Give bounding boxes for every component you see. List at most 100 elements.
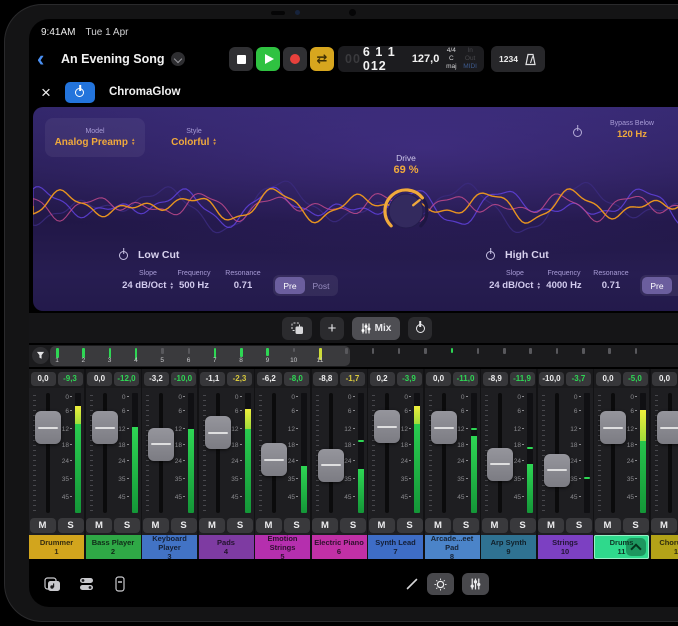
peak-value[interactable]: -12,0 [114,372,139,386]
peak-value[interactable]: -3,7 [566,372,591,386]
stop-button[interactable] [229,47,253,71]
back-button[interactable]: ‹ [37,47,44,71]
fader-handle[interactable] [148,428,174,461]
high-cut-post-button[interactable]: Post [673,277,678,294]
peak-value[interactable]: -5,0 [623,372,648,386]
high-cut-slope[interactable]: Slope 24 dB/Oct▲▼ [489,270,541,291]
mute-button[interactable]: M [482,518,508,533]
bypass-control[interactable]: Bypass Below 120 Hz [593,120,671,140]
mute-button[interactable]: M [369,518,395,533]
channel-label[interactable]: Emotion Strings5 [255,535,310,559]
fader-handle[interactable] [205,416,231,449]
volume-value[interactable]: 0,0 [87,372,112,386]
peak-value[interactable]: -11,0 [453,372,478,386]
pencil-icon[interactable] [405,577,419,591]
peak-value[interactable]: -10,0 [171,372,196,386]
low-cut-pre-button[interactable]: Pre [275,277,305,294]
close-plugin-button[interactable]: × [41,84,51,101]
volume-value[interactable]: -8,9 [483,372,508,386]
fader-handle[interactable] [261,443,287,476]
fader-handle[interactable] [657,411,678,444]
channel-label[interactable]: Synth Lead7 [368,535,423,559]
high-cut-power-button[interactable] [486,251,495,260]
song-title-menu[interactable]: An Evening Song [61,52,185,66]
solo-button[interactable]: S [623,518,649,533]
peak-value[interactable]: -9,3 [58,372,83,386]
high-cut-resonance[interactable]: Resonance 0.71 [585,270,637,291]
volume-value[interactable]: 0,0 [426,372,451,386]
channel-label[interactable]: Drums11 [594,535,649,559]
peak-value[interactable]: -1,7 [340,372,365,386]
lcd-display[interactable]: 00 6 1 1 012 127,0 4/4 C maj In Out MIDI [338,46,484,72]
controls-view-button[interactable] [427,573,454,595]
volume-value[interactable]: 0,0 [596,372,621,386]
channel-label[interactable]: Keyboard Player3 [142,535,197,559]
solo-button[interactable]: S [397,518,423,533]
volume-value[interactable]: 0,0 [31,372,56,386]
solo-button[interactable]: S [566,518,592,533]
mute-button[interactable]: M [86,518,112,533]
model-selector[interactable]: Model Analog Preamp▲▼ [45,118,145,157]
channel-label[interactable]: Arp Synth9 [481,535,536,559]
volume-value[interactable]: 0,0 [652,372,677,386]
high-cut-pre-button[interactable]: Pre [642,277,672,294]
plugin-power-button[interactable] [65,82,95,103]
volume-value[interactable]: -3,2 [144,372,169,386]
solo-button[interactable]: S [453,518,479,533]
low-cut-slope[interactable]: Slope 24 dB/Oct▲▼ [122,270,174,291]
solo-button[interactable]: S [340,518,366,533]
solo-button[interactable]: S [284,518,310,533]
fader-handle[interactable] [487,448,513,481]
low-cut-power-button[interactable] [119,251,128,260]
style-selector[interactable]: Style Colorful▲▼ [160,118,228,157]
peak-value[interactable]: -3,9 [397,372,422,386]
solo-button[interactable]: S [114,518,140,533]
plugins-button[interactable] [75,573,97,595]
solo-button[interactable]: S [510,518,536,533]
fader-handle[interactable] [374,410,400,443]
copy-settings-button[interactable] [282,317,312,340]
fader-handle[interactable] [35,411,61,444]
fader-handle[interactable] [318,449,344,482]
collapse-chevron-button[interactable] [626,538,646,556]
mixer-view-button[interactable] [462,573,489,595]
mute-button[interactable]: M [30,518,56,533]
record-button[interactable] [283,47,307,71]
volume-value[interactable]: 0,2 [370,372,395,386]
add-track-button[interactable]: + [320,317,344,340]
cycle-button[interactable]: ⇄ [310,47,334,71]
channel-label[interactable]: Arcade...eet Pad8 [425,535,480,559]
mix-view-button[interactable]: Mix [352,317,400,340]
solo-button[interactable]: S [171,518,197,533]
peak-value[interactable]: -8,0 [284,372,309,386]
peak-value[interactable]: -2,3 [227,372,252,386]
mute-button[interactable]: M [312,518,338,533]
mute-button[interactable]: M [143,518,169,533]
bypass-power-button[interactable] [573,128,582,137]
low-cut-frequency[interactable]: Frequency 500 Hz [168,270,220,291]
channel-label[interactable]: Strings10 [538,535,593,559]
volume-value[interactable]: -8,8 [313,372,338,386]
channel-label[interactable]: Electric Piano6 [312,535,367,559]
channel-label[interactable]: Drummer1 [29,535,84,559]
metronome-icon[interactable] [524,53,537,66]
channel-label[interactable]: Bass Player2 [86,535,141,559]
mute-button[interactable]: M [538,518,564,533]
high-cut-frequency[interactable]: Frequency 4000 Hz [538,270,590,291]
fader-handle[interactable] [92,411,118,444]
mixer-power-button[interactable] [408,317,432,340]
mute-button[interactable]: M [256,518,282,533]
low-cut-resonance[interactable]: Resonance 0.71 [217,270,269,291]
count-in-button[interactable]: 1234 [499,54,518,64]
count-in-metronome-group[interactable]: 1234 [491,46,545,72]
play-button[interactable] [256,47,280,71]
volume-value[interactable]: -1,1 [200,372,225,386]
drive-knob[interactable] [379,184,433,238]
fader-view-button[interactable] [109,573,131,595]
track-overview-strip[interactable]: 1234567891011 [29,345,678,367]
mute-button[interactable]: M [199,518,225,533]
fader-handle[interactable] [544,454,570,487]
peak-value[interactable]: -11,9 [510,372,535,386]
mute-button[interactable]: M [595,518,621,533]
browser-button[interactable] [41,573,63,595]
